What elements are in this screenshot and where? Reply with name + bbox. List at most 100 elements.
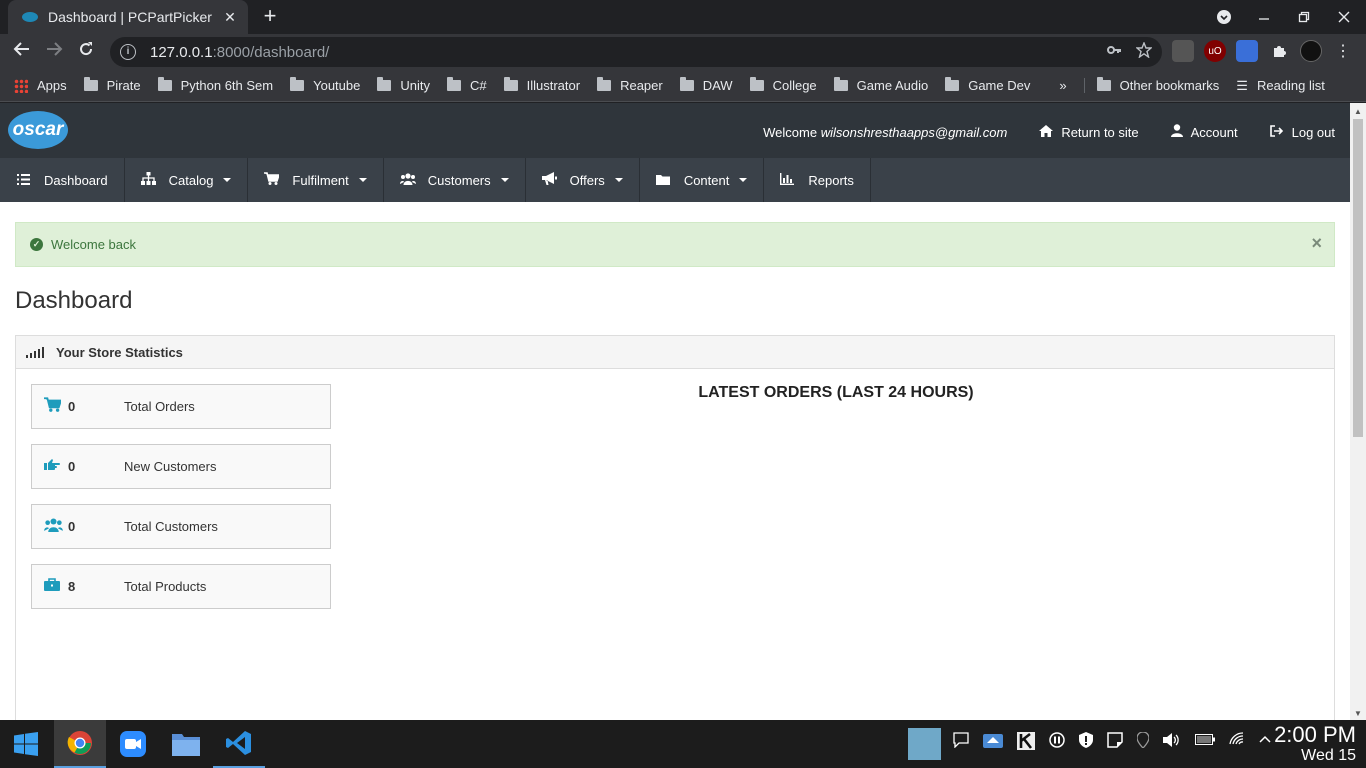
bookmark-folder[interactable]: Game Dev (945, 77, 1031, 93)
folder-icon (679, 77, 694, 91)
wifi-icon[interactable] (1229, 732, 1245, 753)
k-app-icon[interactable] (1017, 732, 1035, 753)
nav-item-fulfilment[interactable]: Fulfilment (248, 158, 384, 202)
nav-item-customers[interactable]: Customers (384, 158, 526, 202)
nav-item-reports[interactable]: Reports (764, 158, 871, 202)
close-window-button[interactable] (1324, 0, 1364, 34)
scroll-up-icon[interactable]: ▲ (1354, 107, 1362, 116)
chrome-taskbar-icon[interactable] (54, 720, 106, 768)
site-info-icon[interactable]: i (120, 44, 136, 60)
panel-body: 0 Total Orders 0 New Customers 0 Total C… (16, 369, 1334, 639)
other-bookmarks[interactable]: Other bookmarks (1083, 77, 1219, 93)
pause-icon[interactable] (1049, 732, 1065, 753)
browser-tab[interactable]: Dashboard | PCPartPicker ✕ (8, 0, 248, 34)
extensions-puzzle-icon[interactable] (1268, 40, 1290, 62)
folder-icon (749, 77, 764, 91)
minimize-button[interactable] (1244, 0, 1284, 34)
users-icon (44, 517, 63, 536)
nav-item-dashboard[interactable]: Dashboard (0, 158, 125, 202)
address-bar[interactable]: i 127.0.0.1:8000/dashboard/ (110, 37, 1162, 67)
volume-icon[interactable] (1163, 732, 1181, 753)
nav-label: Offers (569, 172, 605, 188)
ublock-icon[interactable]: uO (1204, 40, 1226, 62)
stat-value: 0 (68, 519, 76, 534)
bookmark-label: Youtube (313, 78, 361, 93)
folder-icon (377, 77, 392, 91)
reading-list-icon: ☰ (1236, 77, 1248, 93)
location-icon[interactable] (1136, 731, 1150, 753)
tab-close-icon[interactable]: ✕ (222, 9, 238, 26)
media-extension-icon[interactable] (1172, 40, 1194, 62)
oscar-logo[interactable]: oscar (8, 111, 68, 149)
bookmark-apps[interactable]: Apps (14, 78, 67, 93)
tray-app-icon[interactable] (983, 732, 1003, 753)
site-favicon-icon (22, 12, 38, 22)
bookmark-folder[interactable]: Reaper (597, 77, 663, 93)
save-extension-icon[interactable] (1236, 40, 1258, 62)
bookmark-folder[interactable]: Pirate (83, 77, 141, 93)
bookmark-folder[interactable]: Game Audio (833, 77, 928, 93)
reading-list[interactable]: ☰ Reading list (1236, 78, 1325, 94)
nav-item-offers[interactable]: Offers (526, 158, 640, 202)
return-to-site-link[interactable]: Return to site (1039, 124, 1139, 140)
nav-item-catalog[interactable]: Catalog (125, 158, 249, 202)
stat-total-customers: 0 Total Customers (31, 504, 331, 549)
stat-label: Total Products (124, 579, 207, 594)
vscode-taskbar-icon[interactable] (213, 720, 265, 768)
desktop-preview-thumbnail[interactable] (908, 728, 941, 760)
bookmark-folder[interactable]: Unity (377, 77, 430, 93)
taskbar-clock[interactable]: 2:00 PM Wed 15 (1274, 723, 1356, 765)
bookmark-star-icon[interactable] (1135, 41, 1153, 62)
folder-icon (597, 77, 612, 91)
reload-icon[interactable] (74, 40, 98, 64)
bookmark-folder[interactable]: Python 6th Sem (157, 77, 273, 93)
tab-search-icon[interactable] (1204, 0, 1244, 34)
nav-item-content[interactable]: Content (640, 158, 765, 202)
file-explorer-taskbar-icon[interactable] (160, 720, 212, 768)
folder-icon (157, 77, 172, 91)
scrollbar-thumb[interactable] (1353, 119, 1363, 437)
logout-link[interactable]: Log out (1269, 125, 1335, 140)
new-tab-button[interactable]: + (258, 5, 282, 29)
chevron-up-icon[interactable] (1259, 732, 1271, 753)
forward-arrow-icon[interactable] (42, 40, 66, 64)
cart-icon (44, 397, 63, 416)
nav-label: Fulfilment (292, 172, 349, 188)
bookmark-folder[interactable]: C# (446, 77, 487, 93)
restore-button[interactable] (1284, 0, 1324, 34)
security-shield-icon[interactable] (1079, 732, 1093, 753)
welcome-prefix: Welcome (763, 124, 818, 140)
account-link[interactable]: Account (1170, 124, 1238, 140)
bookmark-folder[interactable]: Youtube (290, 77, 361, 93)
dashboard-header: oscar Welcome wilsonshresthaapps@gmail.c… (0, 103, 1350, 158)
apps-grid-icon (14, 78, 28, 93)
key-icon[interactable] (1106, 42, 1122, 62)
bookmark-label: Reading list (1256, 78, 1325, 93)
bookmark-label: Unity (400, 78, 430, 93)
nav-label: Customers (427, 172, 491, 188)
stat-label: Total Orders (124, 399, 195, 414)
tab-title: Dashboard | PCPartPicker (48, 9, 212, 25)
windows-start-icon[interactable] (0, 720, 52, 768)
bar-chart-icon (780, 172, 795, 188)
folder-icon (1096, 77, 1111, 91)
bookmark-label: Game Dev (968, 78, 1031, 93)
bookmark-folder[interactable]: College (749, 77, 817, 93)
panel-title: Your Store Statistics (56, 344, 183, 360)
cart-icon (264, 172, 281, 188)
zoom-taskbar-icon[interactable] (107, 720, 159, 768)
scroll-down-icon[interactable]: ▼ (1354, 709, 1362, 718)
alert-close-button[interactable]: × (1311, 233, 1322, 254)
chevron-down-icon (358, 178, 367, 182)
bookmark-folder[interactable]: DAW (679, 77, 733, 93)
sticky-notes-icon[interactable] (1107, 732, 1123, 753)
more-bookmarks-button[interactable]: » (1059, 78, 1066, 93)
store-statistics-panel: Your Store Statistics 0 Total Orders 0 N… (15, 335, 1335, 720)
back-arrow-icon[interactable] (10, 40, 34, 64)
action-center-icon[interactable] (953, 732, 969, 753)
menu-kebab-icon[interactable]: ⋮ (1332, 40, 1354, 62)
battery-icon[interactable] (1195, 732, 1215, 753)
profile-avatar[interactable] (1300, 40, 1322, 62)
bookmark-folder[interactable]: Illustrator (503, 77, 580, 93)
page-scrollbar[interactable]: ▲ ▼ (1350, 103, 1366, 720)
